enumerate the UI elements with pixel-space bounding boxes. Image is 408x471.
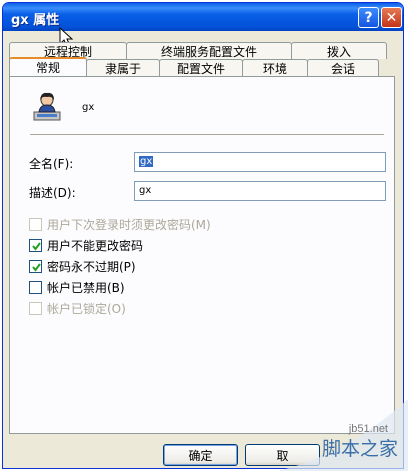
user-icon xyxy=(33,92,61,121)
checkbox-label: 用户不能更改密码 xyxy=(47,239,144,253)
tab-row-front: 常规 隶属于 配置文件 环境 会话 xyxy=(9,57,379,76)
checkbox-row[interactable]: 用户不能更改密码 xyxy=(29,237,143,254)
tab-front-4[interactable]: 会话 xyxy=(307,59,379,76)
checkbox-label: 用户下次登录时须更改密码(M) xyxy=(47,218,211,232)
window-title: gx 属性 xyxy=(11,13,60,28)
description-value: gx xyxy=(139,185,152,196)
tab-front-2[interactable]: 配置文件 xyxy=(159,59,243,76)
checkbox-icon xyxy=(29,302,42,315)
ok-button[interactable]: 确定 xyxy=(163,444,238,466)
watermark-text: 脚本之家 xyxy=(321,438,398,460)
checkbox-label: 帐户已禁用(B) xyxy=(47,281,125,295)
full-name-field[interactable]: gx xyxy=(134,152,386,172)
separator xyxy=(30,134,384,135)
description-field[interactable]: gx xyxy=(134,181,386,201)
checkbox-checked-icon[interactable] xyxy=(29,239,42,252)
username-display: gx xyxy=(82,102,95,113)
tab-front-0[interactable]: 常规 xyxy=(9,57,87,76)
checkbox-icon xyxy=(29,218,42,231)
close-button[interactable]: ✕ xyxy=(381,7,402,28)
watermark: jb51.net 脚本之家 xyxy=(258,399,408,471)
tab-back-1[interactable]: 终端服务配置文件 xyxy=(126,42,292,59)
description-label: 描述(D): xyxy=(29,186,76,200)
checkbox-checked-icon[interactable] xyxy=(29,260,42,273)
checkbox-row[interactable]: 密码永不过期(P) xyxy=(29,258,136,275)
checkbox-row[interactable]: 帐户已禁用(B) xyxy=(29,279,125,296)
full-name-label: 全名(F): xyxy=(29,157,74,171)
general-tab-panel: gx 全名(F): gx 描述(D): gx 用户下次登录时须更改密码(M) 用户… xyxy=(9,76,395,434)
checkbox-icon[interactable] xyxy=(29,281,42,294)
help-button[interactable]: ? xyxy=(358,7,379,28)
tab-front-3[interactable]: 环境 xyxy=(242,59,308,76)
checkbox-row: 帐户已锁定(O) xyxy=(29,300,126,317)
checkbox-label: 帐户已锁定(O) xyxy=(47,302,126,316)
checkbox-label: 密码永不过期(P) xyxy=(47,260,136,274)
tab-back-2[interactable]: 拨入 xyxy=(291,42,387,59)
checkbox-row: 用户下次登录时须更改密码(M) xyxy=(29,216,211,233)
tab-front-1[interactable]: 隶属于 xyxy=(86,59,160,76)
full-name-value: gx xyxy=(139,156,154,167)
